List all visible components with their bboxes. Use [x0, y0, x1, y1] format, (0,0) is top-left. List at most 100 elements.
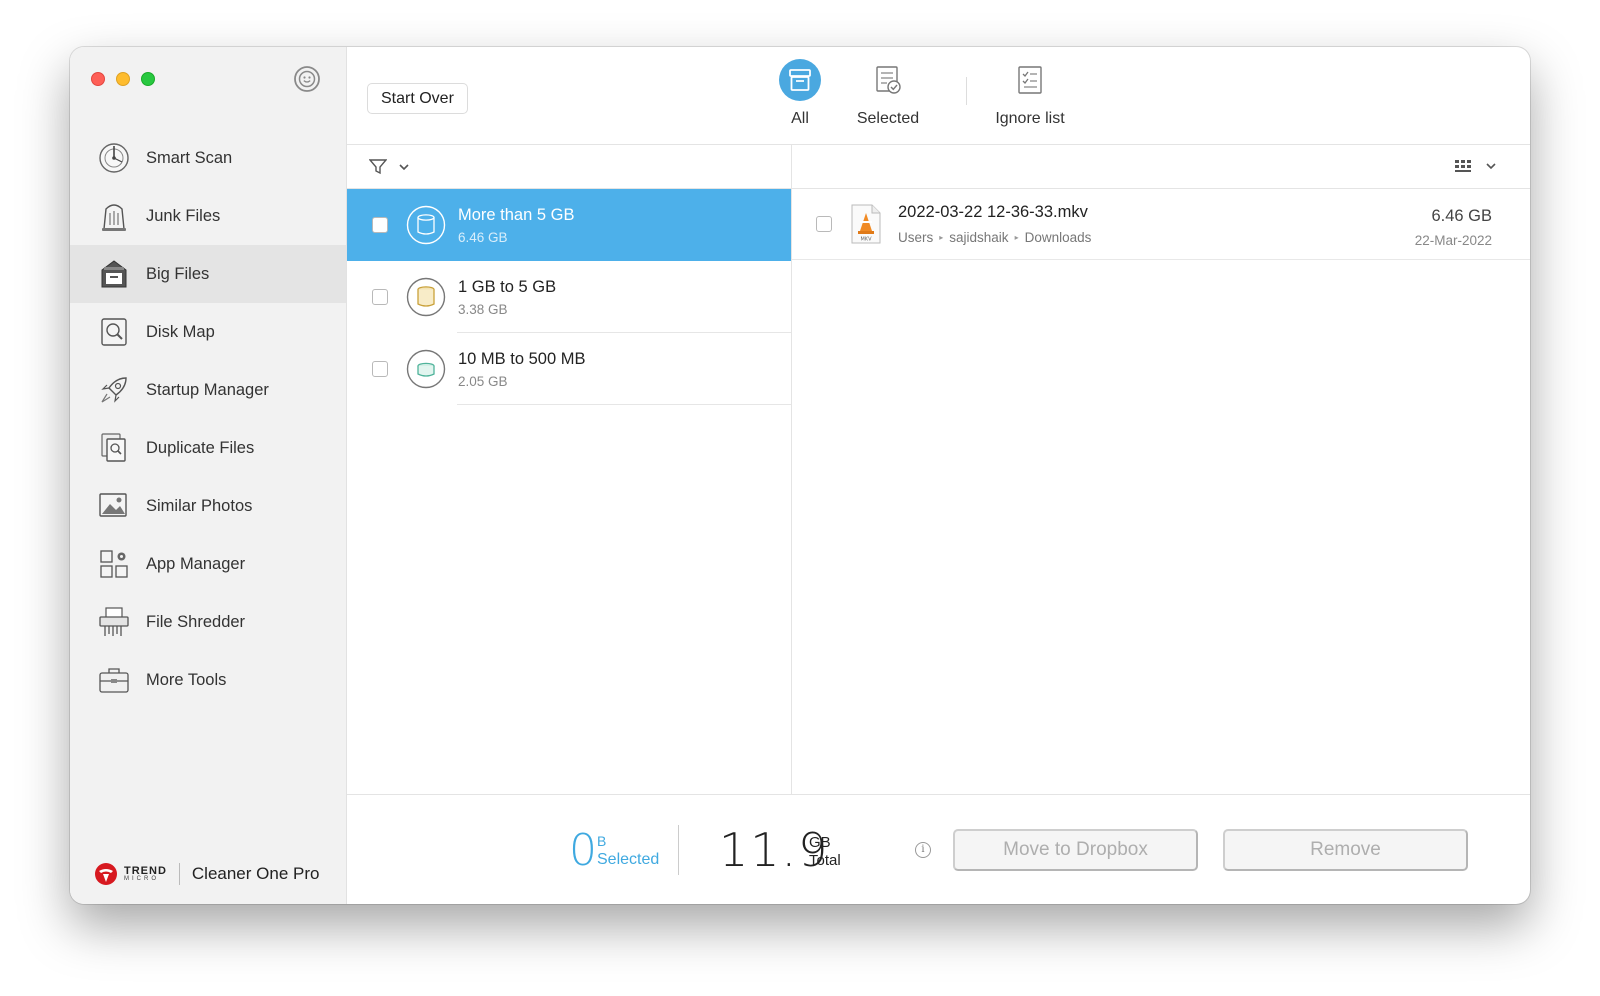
- path-segment[interactable]: sajidshaik: [949, 230, 1008, 245]
- sidebar-item-similar-photos[interactable]: Similar Photos: [70, 477, 346, 535]
- start-over-button[interactable]: Start Over: [367, 83, 468, 114]
- storage-cylinder-icon: [406, 277, 446, 317]
- storage-cylinder-icon: [406, 205, 446, 245]
- sidebar-item-duplicate-files[interactable]: Duplicate Files: [70, 419, 346, 477]
- category-pane-header: [347, 145, 791, 189]
- category-row-more-than-5gb[interactable]: More than 5 GB 6.46 GB: [347, 189, 791, 261]
- ignore-list-icon: [1009, 59, 1051, 101]
- sidebar-item-label: File Shredder: [146, 612, 246, 631]
- toolbar: Start Over All Selected Ignore list: [347, 47, 1530, 145]
- feedback-smiley-icon[interactable]: [293, 65, 321, 93]
- smart-scan-icon: [97, 141, 131, 175]
- info-icon[interactable]: i: [915, 842, 931, 858]
- brand-trend-text: TREND: [124, 865, 167, 877]
- sidebar-item-label: Junk Files: [146, 206, 221, 225]
- tab-label: Ignore list: [995, 110, 1065, 127]
- trend-micro-logo-icon: [95, 863, 117, 885]
- sidebar-item-disk-map[interactable]: Disk Map: [70, 303, 346, 361]
- tab-ignore-list[interactable]: Ignore list: [990, 59, 1070, 128]
- tab-label: Selected: [856, 110, 920, 127]
- rocket-icon: [97, 373, 131, 407]
- window-controls: [91, 72, 155, 86]
- app-window: Smart Scan Junk Files Big Files Disk Map: [70, 47, 1530, 904]
- selected-size-unit: B: [597, 833, 607, 849]
- shredder-icon: [97, 605, 131, 639]
- total-size-unit: GB: [809, 834, 831, 851]
- view-mode-dropdown[interactable]: [1454, 159, 1496, 173]
- sidebar-item-label: Duplicate Files: [146, 438, 255, 457]
- app-name: Cleaner One Pro: [191, 864, 320, 883]
- sidebar-item-label: Disk Map: [146, 322, 215, 341]
- sidebar-item-label: More Tools: [146, 670, 227, 689]
- row-divider: [457, 404, 791, 405]
- file-meta: 6.46 GB 22-Mar-2022: [1415, 207, 1492, 248]
- close-window-button[interactable]: [91, 72, 105, 86]
- remove-button[interactable]: Remove: [1223, 829, 1468, 871]
- filter-dropdown[interactable]: [369, 159, 409, 175]
- toolbox-icon: [97, 663, 131, 697]
- disk-map-icon: [97, 315, 131, 349]
- filter-icon: [369, 159, 387, 175]
- file-size: 6.46 GB: [1431, 207, 1492, 225]
- footer-divider: [678, 825, 679, 875]
- zoom-window-button[interactable]: [141, 72, 155, 86]
- sidebar-item-junk-files[interactable]: Junk Files: [70, 187, 346, 245]
- chevron-down-icon: [1486, 163, 1496, 170]
- sidebar-item-label: Startup Manager: [146, 380, 269, 399]
- sidebar-item-label: App Manager: [146, 554, 246, 573]
- photos-icon: [97, 489, 131, 523]
- junk-files-icon: [97, 199, 131, 233]
- file-date: 22-Mar-2022: [1414, 233, 1492, 248]
- trend-micro-logo: TREND MICRO: [94, 862, 167, 886]
- total-label: Total: [809, 852, 841, 869]
- duplicate-files-icon: [97, 431, 131, 465]
- sidebar-item-file-shredder[interactable]: File Shredder: [70, 593, 346, 651]
- sidebar: Smart Scan Junk Files Big Files Disk Map: [70, 47, 347, 904]
- app-manager-icon: [97, 547, 131, 581]
- sidebar-item-startup-manager[interactable]: Startup Manager: [70, 361, 346, 419]
- sidebar-item-label: Big Files: [146, 264, 210, 283]
- path-segment[interactable]: Downloads: [1025, 230, 1092, 245]
- category-size: 2.05 GB: [458, 373, 508, 389]
- selected-label: Selected: [597, 851, 660, 868]
- file-checkbox[interactable]: [816, 216, 832, 232]
- selected-size-value: 0: [569, 825, 597, 876]
- move-to-dropbox-button[interactable]: Move to Dropbox: [953, 829, 1198, 871]
- file-path: Users ▸ sajidshaik ▸ Downloads: [898, 230, 1091, 245]
- category-title: 10 MB to 500 MB: [458, 349, 586, 368]
- sidebar-item-big-files[interactable]: Big Files: [70, 245, 346, 303]
- archive-box-icon: [779, 59, 821, 101]
- tab-all[interactable]: All: [777, 59, 823, 128]
- category-checkbox[interactable]: [372, 361, 388, 377]
- path-arrow-icon: ▸: [1014, 233, 1019, 242]
- grid-view-icon: [1455, 160, 1471, 172]
- main-panel: Start Over All Selected Ignore list More…: [347, 47, 1530, 904]
- file-row[interactable]: MKV 2022-03-22 12-36-33.mkv Users ▸ saji…: [792, 189, 1530, 260]
- category-checkbox[interactable]: [372, 217, 388, 233]
- brand-divider: [178, 863, 180, 885]
- file-list-pane: MKV 2022-03-22 12-36-33.mkv Users ▸ saji…: [792, 145, 1530, 794]
- content-area: More than 5 GB 6.46 GB 1 GB to 5 GB 3.38…: [347, 145, 1530, 794]
- tab-selected[interactable]: Selected: [852, 59, 924, 128]
- category-size: 3.38 GB: [458, 301, 508, 317]
- brand-footer: TREND MICRO Cleaner One Pro: [94, 862, 319, 886]
- category-title: 1 GB to 5 GB: [458, 277, 557, 296]
- sidebar-item-smart-scan[interactable]: Smart Scan: [70, 129, 346, 187]
- path-segment[interactable]: Users: [898, 230, 933, 245]
- summary-footer: 0 B Selected 11.9 GB Total i Move to Dro…: [347, 794, 1530, 904]
- sidebar-nav: Smart Scan Junk Files Big Files Disk Map: [70, 129, 346, 709]
- sidebar-item-more-tools[interactable]: More Tools: [70, 651, 346, 709]
- tab-label: All: [791, 110, 809, 127]
- category-checkbox[interactable]: [372, 289, 388, 305]
- sidebar-item-label: Smart Scan: [146, 148, 233, 167]
- mkv-file-icon: MKV: [851, 204, 881, 244]
- category-title: More than 5 GB: [458, 205, 575, 224]
- chevron-down-icon: [399, 164, 409, 171]
- minimize-window-button[interactable]: [116, 72, 130, 86]
- path-arrow-icon: ▸: [939, 233, 944, 242]
- category-row-1gb-to-5gb[interactable]: 1 GB to 5 GB 3.38 GB: [347, 261, 791, 333]
- sidebar-item-label: Similar Photos: [146, 496, 253, 515]
- file-name: 2022-03-22 12-36-33.mkv: [898, 203, 1088, 221]
- category-row-10mb-to-500mb[interactable]: 10 MB to 500 MB 2.05 GB: [347, 333, 791, 405]
- sidebar-item-app-manager[interactable]: App Manager: [70, 535, 346, 593]
